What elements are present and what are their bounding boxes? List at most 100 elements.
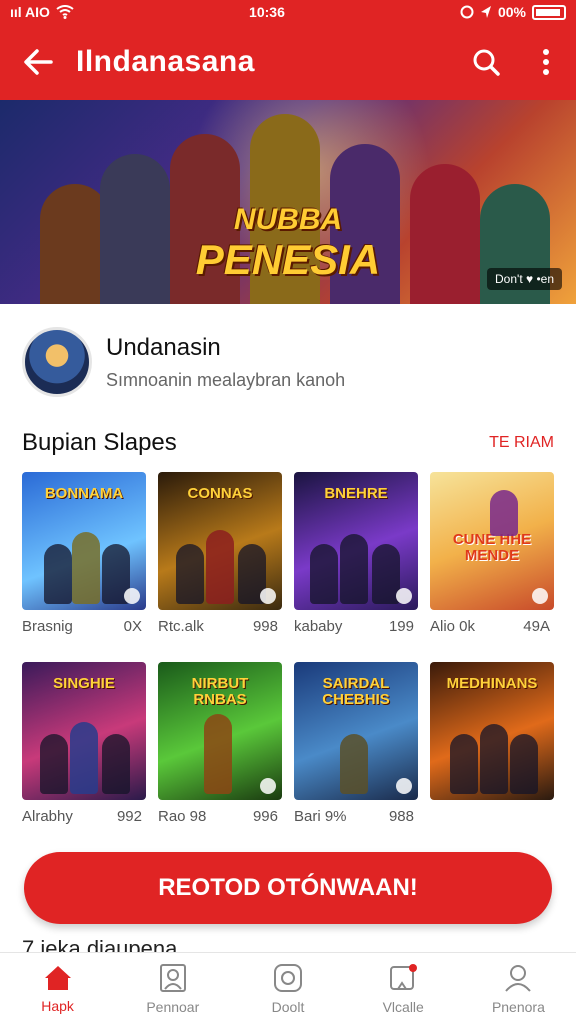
see-all-link[interactable]: TE RIAM xyxy=(489,434,554,452)
character-figure xyxy=(40,734,68,794)
download-icon[interactable] xyxy=(260,588,276,604)
nav-home[interactable]: Hapk xyxy=(0,953,115,1024)
nav-user[interactable]: Pnenora xyxy=(461,953,576,1024)
banner-badge: Don't ♥ •en xyxy=(487,268,562,290)
game-count: 998 xyxy=(252,618,278,635)
camera-icon xyxy=(274,963,302,992)
next-section-title: 7 ieka diaupena xyxy=(22,936,178,952)
nav-label: Vlcalle xyxy=(382,998,424,1015)
battery-icon xyxy=(532,4,566,20)
character-figure xyxy=(204,714,232,794)
game-thumb-title: SAIRDAL CHEBHIS xyxy=(322,675,390,708)
game-count: 199 xyxy=(388,618,414,635)
game-name: Rtc.alk xyxy=(158,618,204,635)
avatar[interactable] xyxy=(22,327,92,397)
search-button[interactable] xyxy=(456,24,516,100)
game-card[interactable]: CUNE HHE MENDE Alio 0k 49A xyxy=(430,472,554,635)
game-name: kababy xyxy=(294,618,343,635)
character-figure xyxy=(490,490,518,536)
game-thumbnail[interactable]: BONNAMA xyxy=(22,472,146,610)
primary-cta-button[interactable]: REOTOD OTÓNWAAN! xyxy=(24,852,552,924)
alarm-icon xyxy=(460,5,474,19)
game-thumbnail[interactable]: SAIRDAL CHEBHIS xyxy=(294,662,418,800)
hero-banner[interactable]: NUBBA PENESIA Don't ♥ •en xyxy=(0,100,576,304)
character-figure xyxy=(450,734,478,794)
signal-label: ııl AIO xyxy=(10,4,50,20)
download-icon[interactable] xyxy=(532,588,548,604)
game-name: Rao 98 xyxy=(158,808,207,825)
game-count: 0X xyxy=(123,618,142,635)
game-card[interactable]: SAIRDAL CHEBHIS Bari 9% 988 xyxy=(294,662,418,825)
character-figure xyxy=(102,734,130,794)
back-button[interactable] xyxy=(0,24,76,100)
profile-subtitle: Sımnoanin mealaybran kanoh xyxy=(106,369,346,390)
game-card[interactable]: BONNAMA Brasnig 0X xyxy=(22,472,146,635)
game-name: Brasnig xyxy=(22,618,73,635)
more-button[interactable] xyxy=(516,24,576,100)
game-card[interactable]: MEDHINANS xyxy=(430,662,554,808)
character-figure xyxy=(72,532,100,604)
game-count: 988 xyxy=(388,808,414,825)
game-thumb-title: BONNAMA xyxy=(44,485,124,502)
section-header: Bupian Slapes TE RIAM xyxy=(22,428,554,458)
game-card[interactable]: NIRBUT RNBAS Rao 98 996 xyxy=(158,662,282,825)
game-count: 992 xyxy=(116,808,142,825)
home-icon xyxy=(44,965,71,990)
character-figure xyxy=(44,544,72,604)
download-icon[interactable] xyxy=(124,588,140,604)
nav-profile[interactable]: Pennoar xyxy=(115,953,230,1024)
user-icon xyxy=(505,964,532,992)
game-thumb-title: MEDHINANS xyxy=(446,675,538,692)
game-name: Alio 0k xyxy=(430,618,476,635)
status-time: 10:36 xyxy=(249,4,285,20)
game-thumb-title: BNEHRE xyxy=(324,485,388,502)
character-figure xyxy=(176,544,204,604)
game-name: Bari 9% xyxy=(294,808,347,825)
game-card[interactable]: SINGHIE Alrabhy 992 xyxy=(22,662,146,825)
game-card[interactable]: CONNAS Rtc.alk 998 xyxy=(158,472,282,635)
wifi-icon xyxy=(56,5,74,19)
profile-icon xyxy=(159,963,186,992)
nav-label: Hapk xyxy=(41,997,74,1014)
download-icon[interactable] xyxy=(396,588,412,604)
page-title: Ilndanasana xyxy=(76,45,255,78)
character-figure xyxy=(206,530,234,604)
character-figure xyxy=(310,544,338,604)
game-card[interactable]: BNEHRE kababy 199 xyxy=(294,472,418,635)
nav-notifications[interactable]: Vlcalle xyxy=(346,953,461,1024)
game-thumbnail[interactable]: CUNE HHE MENDE xyxy=(430,472,554,610)
game-thumbnail[interactable]: NIRBUT RNBAS xyxy=(158,662,282,800)
download-icon[interactable] xyxy=(396,778,412,794)
character-figure xyxy=(340,734,368,794)
status-bar: ııl AIO 10:36 00% xyxy=(0,0,576,24)
profile-header[interactable]: Undanasin Sımnoanin mealaybran kanoh xyxy=(22,326,554,398)
character-figure xyxy=(510,734,538,794)
banner-title-line1: NUBBA xyxy=(233,203,343,236)
game-thumb-title: NIRBUT RNBAS xyxy=(191,675,249,708)
character-figure xyxy=(70,722,98,794)
game-count: 996 xyxy=(252,808,278,825)
game-thumb-title: CONNAS xyxy=(187,485,253,502)
game-name: Alrabhy xyxy=(22,808,73,825)
game-thumb-title: SINGHIE xyxy=(53,675,115,692)
game-thumbnail[interactable]: MEDHINANS xyxy=(430,662,554,800)
notification-icon xyxy=(390,963,418,990)
nav-label: Pennoar xyxy=(146,998,200,1015)
game-thumb-title: CUNE HHE MENDE xyxy=(452,531,532,564)
nav-camera[interactable]: Doolt xyxy=(230,953,345,1024)
section-title: Bupian Slapes xyxy=(22,429,177,456)
battery-percent: 00% xyxy=(497,4,526,20)
download-icon[interactable] xyxy=(260,778,276,794)
profile-name: Undanasin xyxy=(106,333,221,361)
nav-label: Doolt xyxy=(271,998,305,1015)
game-thumbnail[interactable]: SINGHIE xyxy=(22,662,146,800)
nav-label: Pnenora xyxy=(491,998,545,1015)
search-icon xyxy=(473,49,500,76)
game-thumbnail[interactable]: BNEHRE xyxy=(294,472,418,610)
character-figure xyxy=(340,534,368,604)
app-bar: Ilndanasana xyxy=(0,24,576,100)
character-figure xyxy=(480,724,508,794)
location-icon xyxy=(480,6,491,18)
game-thumbnail[interactable]: CONNAS xyxy=(158,472,282,610)
more-vert-icon xyxy=(543,49,549,75)
